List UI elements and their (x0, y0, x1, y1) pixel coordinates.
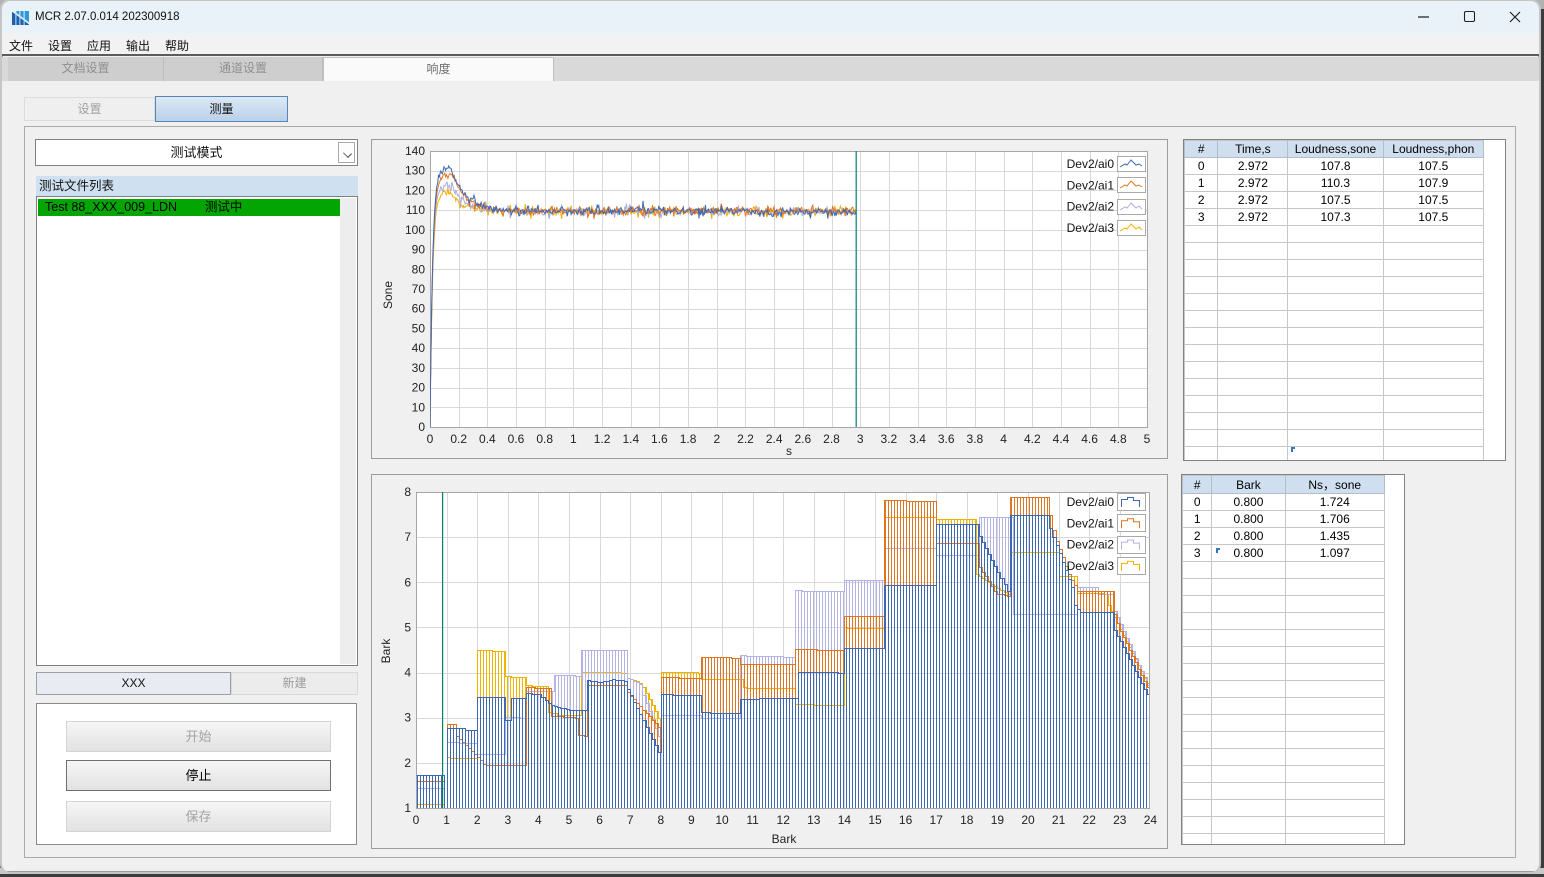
svg-text:5: 5 (404, 620, 411, 634)
svg-text:Dev2/ai2: Dev2/ai2 (1067, 200, 1115, 214)
svg-text:1.6: 1.6 (651, 432, 668, 446)
svg-text:6: 6 (404, 575, 411, 589)
svg-text:14: 14 (838, 813, 852, 827)
svg-text:1: 1 (404, 801, 411, 815)
svg-text:11: 11 (746, 813, 759, 827)
svg-text:70: 70 (412, 282, 426, 296)
svg-text:2.2: 2.2 (737, 432, 754, 446)
svg-text:13: 13 (807, 813, 821, 827)
svg-text:2.6: 2.6 (794, 432, 811, 446)
svg-text:16: 16 (899, 813, 913, 827)
svg-text:10: 10 (412, 400, 426, 414)
svg-text:Dev2/ai1: Dev2/ai1 (1067, 178, 1115, 192)
svg-text:1: 1 (570, 432, 577, 446)
svg-text:80: 80 (412, 262, 426, 276)
svg-text:19: 19 (991, 813, 1005, 827)
svg-text:24: 24 (1144, 813, 1158, 827)
svg-text:4.6: 4.6 (1081, 432, 1098, 446)
svg-text:18: 18 (960, 813, 974, 827)
svg-text:30: 30 (412, 361, 426, 375)
svg-text:1: 1 (443, 813, 450, 827)
svg-text:22: 22 (1083, 813, 1097, 827)
svg-text:60: 60 (412, 302, 426, 316)
svg-text:s: s (786, 444, 792, 458)
svg-text:3: 3 (504, 813, 511, 827)
svg-text:Bark: Bark (379, 638, 393, 664)
svg-text:12: 12 (777, 813, 791, 827)
svg-text:8: 8 (657, 813, 664, 827)
svg-text:1.4: 1.4 (622, 432, 639, 446)
svg-text:110: 110 (406, 203, 425, 217)
svg-text:140: 140 (405, 144, 425, 158)
svg-text:8: 8 (404, 485, 411, 499)
svg-text:4: 4 (404, 666, 411, 680)
svg-text:10: 10 (715, 813, 729, 827)
svg-text:7: 7 (404, 530, 411, 544)
svg-text:7: 7 (627, 813, 634, 827)
svg-text:4.2: 4.2 (1024, 432, 1041, 446)
svg-text:0.6: 0.6 (508, 432, 525, 446)
svg-text:0: 0 (413, 813, 420, 827)
svg-text:4.8: 4.8 (1110, 432, 1127, 446)
svg-text:4.4: 4.4 (1053, 432, 1070, 446)
svg-text:15: 15 (868, 813, 882, 827)
svg-text:20: 20 (412, 381, 426, 395)
svg-text:Dev2/ai3: Dev2/ai3 (1067, 221, 1115, 235)
svg-text:21: 21 (1052, 813, 1066, 827)
svg-text:Dev2/ai0: Dev2/ai0 (1067, 157, 1115, 171)
svg-text:130: 130 (405, 164, 425, 178)
svg-text:3.8: 3.8 (967, 432, 984, 446)
svg-text:23: 23 (1113, 813, 1127, 827)
svg-text:Dev2/ai1: Dev2/ai1 (1067, 516, 1115, 530)
svg-text:9: 9 (688, 813, 695, 827)
svg-text:3.2: 3.2 (881, 432, 898, 446)
svg-text:6: 6 (596, 813, 603, 827)
svg-text:0: 0 (418, 420, 425, 434)
svg-text:0.2: 0.2 (450, 432, 467, 446)
svg-text:2: 2 (404, 756, 411, 770)
svg-text:3.6: 3.6 (938, 432, 955, 446)
svg-text:3: 3 (404, 711, 411, 725)
svg-text:3: 3 (857, 432, 864, 446)
svg-text:20: 20 (1021, 813, 1035, 827)
svg-text:90: 90 (412, 243, 426, 257)
svg-text:5: 5 (566, 813, 573, 827)
svg-text:Bark: Bark (772, 832, 798, 846)
svg-text:3.4: 3.4 (909, 432, 926, 446)
svg-text:Dev2/ai0: Dev2/ai0 (1067, 495, 1115, 509)
svg-text:1.2: 1.2 (594, 432, 611, 446)
svg-text:2.8: 2.8 (823, 432, 840, 446)
svg-text:0: 0 (427, 432, 434, 446)
svg-text:4: 4 (1000, 432, 1007, 446)
svg-text:Dev2/ai2: Dev2/ai2 (1067, 538, 1115, 552)
svg-text:2.4: 2.4 (766, 432, 783, 446)
svg-text:Sone: Sone (381, 281, 395, 309)
svg-text:0.8: 0.8 (536, 432, 553, 446)
svg-text:5: 5 (1144, 432, 1151, 446)
svg-text:Dev2/ai3: Dev2/ai3 (1067, 559, 1115, 573)
svg-text:0.4: 0.4 (479, 432, 496, 446)
svg-text:2: 2 (474, 813, 481, 827)
svg-text:50: 50 (412, 321, 426, 335)
svg-text:4: 4 (535, 813, 542, 827)
svg-text:17: 17 (930, 813, 944, 827)
svg-text:100: 100 (405, 223, 425, 237)
svg-text:120: 120 (405, 183, 425, 197)
svg-text:40: 40 (412, 341, 426, 355)
svg-text:2: 2 (713, 432, 720, 446)
svg-text:1.8: 1.8 (680, 432, 697, 446)
